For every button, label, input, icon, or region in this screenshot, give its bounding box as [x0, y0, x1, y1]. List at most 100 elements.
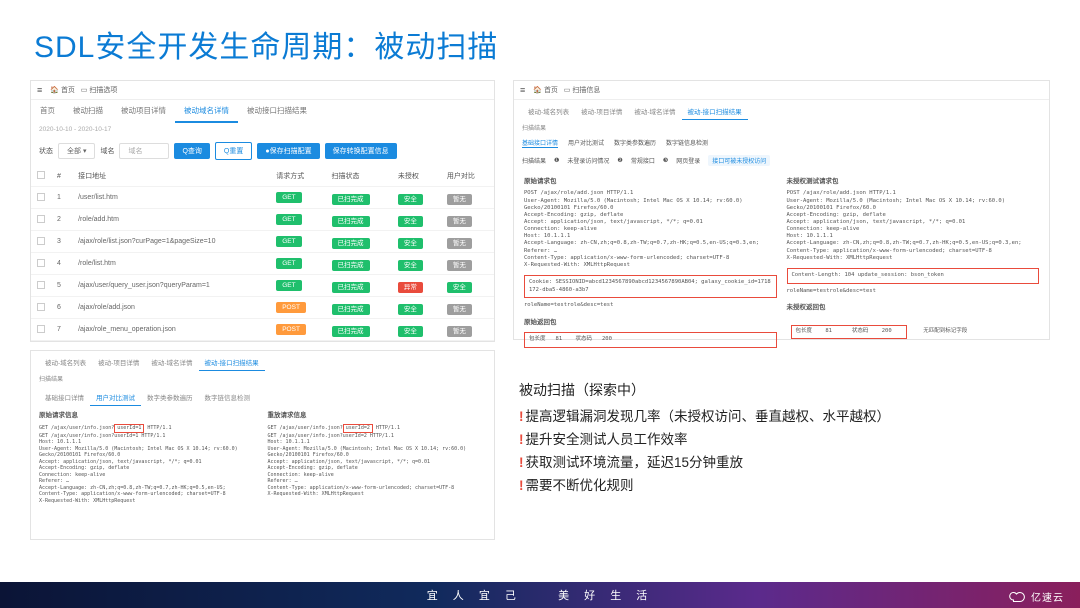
- bullet-icon: !: [519, 455, 524, 470]
- scan-badge: 已扫完成: [332, 260, 370, 271]
- checkbox-all[interactable]: [37, 171, 45, 179]
- sp2-tab-2[interactable]: 数字类参数遍历: [141, 389, 199, 406]
- label-domain: 域名: [100, 146, 114, 156]
- checkbox[interactable]: [37, 193, 45, 201]
- breadcrumb-right: 🏠 首页 ▭ 扫描信息: [533, 85, 600, 95]
- label-status: 状态: [39, 146, 53, 156]
- cmp-badge: 暂无: [447, 238, 472, 249]
- sp2-tab-0[interactable]: 基础接口详情: [39, 389, 90, 406]
- replay-request: 重放请求信息 GET /ajax/user/info.json?userId=2…: [268, 412, 487, 504]
- panel-noauth-detail: ≡ 🏠 首页 ▭ 扫描信息 被动-域名列表 被动-项目详情 被动-域名详情 被动…: [513, 80, 1050, 340]
- checkbox[interactable]: [37, 215, 45, 223]
- scan-result-line: 扫描结果❶ 未登录访问情况❷ 常规接口❸ 网页登录 接口可被未授权访问: [514, 151, 1049, 170]
- bullet-icon: !: [519, 478, 524, 493]
- scan-result-tag: 接口可被未授权访问: [708, 155, 770, 166]
- panel-api-result-small: 被动-域名列表 被动-项目详情 被动-域名详情 被动-接口扫描结果 扫描结果 基…: [30, 350, 495, 540]
- checkbox[interactable]: [37, 303, 45, 311]
- tab-domain-detail[interactable]: 被动域名详情: [175, 100, 238, 123]
- save-login-config-button[interactable]: 保存转换配置信息: [325, 143, 397, 159]
- rt-tab-1[interactable]: 被动-项目详情: [575, 103, 628, 120]
- cmp-badge: 暂无: [447, 304, 472, 315]
- rts-tab-0[interactable]: 基础接口详情: [522, 138, 558, 148]
- sp-tab-2[interactable]: 被动-域名详情: [145, 354, 198, 371]
- bullet-icon: !: [519, 409, 524, 424]
- table-row[interactable]: 4/role/list.htmGET已扫完成安全暂无: [31, 253, 494, 275]
- panel-domain-detail: ≡ 🏠 首页 ▭ 扫描选项 首页 被动扫描 被动项目详情 被动域名详情 被动接口…: [30, 80, 495, 342]
- auth-badge: 异常: [398, 282, 423, 293]
- method-badge: GET: [276, 236, 301, 247]
- search-button[interactable]: Q查询: [174, 143, 209, 159]
- cmp-badge: 安全: [447, 282, 472, 293]
- sp-tab-0[interactable]: 被动-域名列表: [39, 354, 92, 371]
- auth-badge: 安全: [398, 304, 423, 315]
- rt-tab-3[interactable]: 被动-接口扫描结果: [682, 103, 748, 120]
- bullet-icon: !: [519, 432, 524, 447]
- auth-badge: 安全: [398, 260, 423, 271]
- tab-passive-scan[interactable]: 被动扫描: [64, 100, 112, 123]
- method-badge: GET: [276, 258, 301, 269]
- footer-bar: 宜 人 宜 己 美 好 生 活: [0, 582, 1080, 608]
- scan-badge: 已扫完成: [332, 304, 370, 315]
- cmp-badge: 暂无: [447, 194, 472, 205]
- sp2-tab-3[interactable]: 数字链信息检测: [199, 389, 257, 406]
- cookie-highlight: Cookie: SESSIONID=abcd1234567890abcd1234…: [524, 275, 777, 298]
- sp-tab-1[interactable]: 被动-项目详情: [92, 354, 145, 371]
- method-badge: GET: [276, 214, 301, 225]
- auth-badge: 安全: [398, 238, 423, 249]
- noauth-cookie-highlight: Content-Length: 104 update_session: bson…: [787, 268, 1040, 284]
- cmp-badge: 暂无: [447, 326, 472, 337]
- rts-tab-3[interactable]: 数字链信息检测: [666, 138, 708, 148]
- orig-packet: 原始请求包 POST /ajax/role/add.json HTTP/1.1 …: [524, 178, 777, 348]
- brand-logo: 亿速云: [1009, 589, 1064, 604]
- rts-tab-1[interactable]: 用户对比测试: [568, 138, 604, 148]
- select-status[interactable]: 全部 ▾: [58, 143, 95, 159]
- sp-tab-3[interactable]: 被动-接口扫描结果: [199, 354, 265, 371]
- checkbox[interactable]: [37, 259, 45, 267]
- tab-api-result[interactable]: 被动接口扫描结果: [238, 100, 316, 123]
- reset-button[interactable]: Q重置: [215, 142, 252, 160]
- checkbox[interactable]: [37, 281, 45, 289]
- menu-icon[interactable]: ≡: [37, 85, 42, 95]
- auth-badge: 安全: [398, 326, 423, 337]
- tab-home[interactable]: 首页: [31, 100, 64, 123]
- checkbox[interactable]: [37, 237, 45, 245]
- rts-tab-2[interactable]: 数字类参数遍历: [614, 138, 656, 148]
- desc-title: 被动扫描（探索中）: [519, 380, 1050, 400]
- orig-request: 原始请求信息 GET /ajax/user/info.json?userId=1…: [39, 412, 258, 504]
- noauth-packet: 未授权测试请求包 POST /ajax/role/add.json HTTP/1…: [787, 178, 1040, 348]
- table-row[interactable]: 2/role/add.htmGET已扫完成安全暂无: [31, 209, 494, 231]
- rt-tab-0[interactable]: 被动-域名列表: [522, 103, 575, 120]
- scan-badge: 已扫完成: [332, 282, 370, 293]
- table-row[interactable]: 7/ajax/role_menu_operation.jsonPOST已扫完成安…: [31, 319, 494, 341]
- save-config-button[interactable]: ●保存扫描配置: [257, 143, 319, 159]
- main-tabs: 首页 被动扫描 被动项目详情 被动域名详情 被动接口扫描结果: [31, 100, 494, 123]
- api-table: # 接口地址 请求方式 扫描状态 未授权 用户对比 1/user/list.ht…: [31, 166, 494, 341]
- footer-right: 美 好 生 活: [558, 587, 653, 603]
- scan-badge: 已扫完成: [332, 216, 370, 227]
- menu-icon[interactable]: ≡: [520, 85, 525, 95]
- date-range[interactable]: 2020-10-10 - 2020-10-17: [31, 123, 494, 136]
- description-block: 被动扫描（探索中） !提高逻辑漏洞发现几率（未授权访问、垂直越权、水平越权） !…: [513, 380, 1050, 498]
- table-row[interactable]: 6/ajax/role/add.jsonPOST已扫完成安全暂无: [31, 297, 494, 319]
- method-badge: POST: [276, 324, 306, 335]
- tab-project-detail[interactable]: 被动项目详情: [112, 100, 175, 123]
- scan-badge: 已扫完成: [332, 194, 370, 205]
- method-badge: GET: [276, 192, 301, 203]
- footer-left: 宜 人 宜 己: [427, 587, 522, 603]
- right-section-label: 扫描结果: [514, 120, 1049, 135]
- rt-tab-2[interactable]: 被动-域名详情: [628, 103, 681, 120]
- method-badge: POST: [276, 302, 306, 313]
- method-badge: GET: [276, 280, 301, 291]
- sp2-tab-1[interactable]: 用户对比测试: [90, 389, 141, 406]
- table-row[interactable]: 3/ajax/role/list.json?curPage=1&pageSize…: [31, 231, 494, 253]
- table-row[interactable]: 5/ajax/user/query_user.json?queryParam=1…: [31, 275, 494, 297]
- cmp-badge: 暂无: [447, 216, 472, 227]
- input-domain[interactable]: 域名: [119, 143, 169, 159]
- table-row[interactable]: 1/user/list.htmGET已扫完成安全暂无: [31, 187, 494, 209]
- breadcrumb: 🏠 首页 ▭ 扫描选项: [50, 85, 117, 95]
- noauth-resp-box: 包长度 81 状态码 200: [791, 325, 907, 339]
- scan-badge: 已扫完成: [332, 326, 370, 337]
- orig-resp-box: 包长度81 状态码200: [524, 332, 777, 348]
- auth-badge: 安全: [398, 216, 423, 227]
- checkbox[interactable]: [37, 325, 45, 333]
